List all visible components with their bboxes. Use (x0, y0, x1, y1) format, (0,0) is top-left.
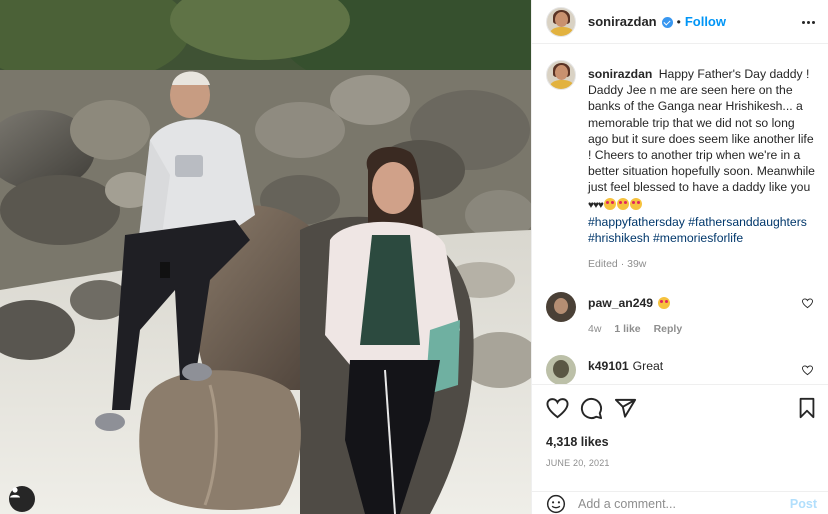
caption-hashtags[interactable]: #happyfathersday #fathersanddaughters #h… (588, 214, 815, 246)
action-icons (546, 397, 637, 420)
comment-body: Great (632, 359, 664, 374)
post-comment-button[interactable]: Post (790, 497, 817, 511)
caption-body: Happy Father's Day daddy ! Daddy Jee n m… (588, 67, 815, 195)
comment-item: paw_an249 4w 1 like Reply (546, 292, 815, 335)
emoji-icon[interactable] (546, 494, 566, 514)
caption-hearts: ♥♥♥ (588, 199, 604, 211)
caption-username[interactable]: sonirazdan (588, 67, 652, 81)
caption-text: sonirazdan Happy Father's Day daddy ! Da… (588, 66, 815, 246)
post-caption: sonirazdan Happy Father's Day daddy ! Da… (546, 44, 815, 270)
heart-eyes-emoji-icon (616, 197, 629, 210)
bookmark-icon[interactable] (797, 397, 817, 419)
heart-eyes-emoji-icon (603, 197, 616, 210)
post-actions: 4,318 likes JUNE 20, 2021 Post (532, 384, 828, 514)
share-icon[interactable] (614, 397, 637, 420)
verified-badge-icon (661, 17, 673, 28)
post-header: sonirazdan • Follow (532, 0, 828, 44)
header-separator: • (676, 14, 681, 29)
user-tag-icon[interactable] (9, 486, 35, 512)
commenter-username[interactable]: paw_an249 (588, 296, 653, 310)
author-avatar[interactable] (546, 6, 576, 37)
comment-input[interactable] (578, 496, 768, 511)
comment-text: paw_an249 (588, 296, 815, 310)
commenter-avatar[interactable] (546, 355, 576, 384)
follow-button[interactable]: Follow (685, 14, 726, 29)
post-side-panel: sonirazdan • Follow sonirazdan Happy Fat… (531, 0, 828, 514)
comment-like-heart-icon[interactable] (802, 365, 813, 376)
likes-count[interactable]: 4,318 likes (546, 435, 609, 449)
comment-text: k49101 Great (588, 359, 815, 373)
commenter-username[interactable]: k49101 (588, 359, 629, 373)
heart-eyes-emoji-icon (629, 197, 642, 210)
post-date: JUNE 20, 2021 (546, 458, 610, 468)
photo-illustration (0, 0, 531, 514)
comment-meta: 4w 1 like Reply (588, 323, 815, 335)
comment-item: k49101 Great (546, 355, 815, 384)
instagram-post-modal: sonirazdan • Follow sonirazdan Happy Fat… (0, 0, 828, 514)
caption-author-avatar[interactable] (546, 60, 576, 90)
edited-timestamp: Edited · 39w (588, 258, 647, 271)
comment-likes[interactable]: 1 like (614, 323, 640, 335)
reply-button[interactable]: Reply (654, 323, 683, 335)
more-options-icon[interactable] (799, 13, 817, 31)
comments-list[interactable]: sonirazdan Happy Father's Day daddy ! Da… (532, 44, 828, 384)
heart-eyes-emoji-icon (658, 297, 671, 310)
heart-icon[interactable] (546, 397, 569, 420)
comment-icon[interactable] (580, 397, 603, 420)
comment-age: 4w (588, 323, 602, 336)
author-username[interactable]: sonirazdan (588, 14, 657, 29)
comment-composer: Post (532, 491, 828, 514)
commenter-avatar[interactable] (546, 292, 576, 323)
comment-like-heart-icon[interactable] (802, 298, 813, 309)
post-photo[interactable] (0, 0, 531, 514)
